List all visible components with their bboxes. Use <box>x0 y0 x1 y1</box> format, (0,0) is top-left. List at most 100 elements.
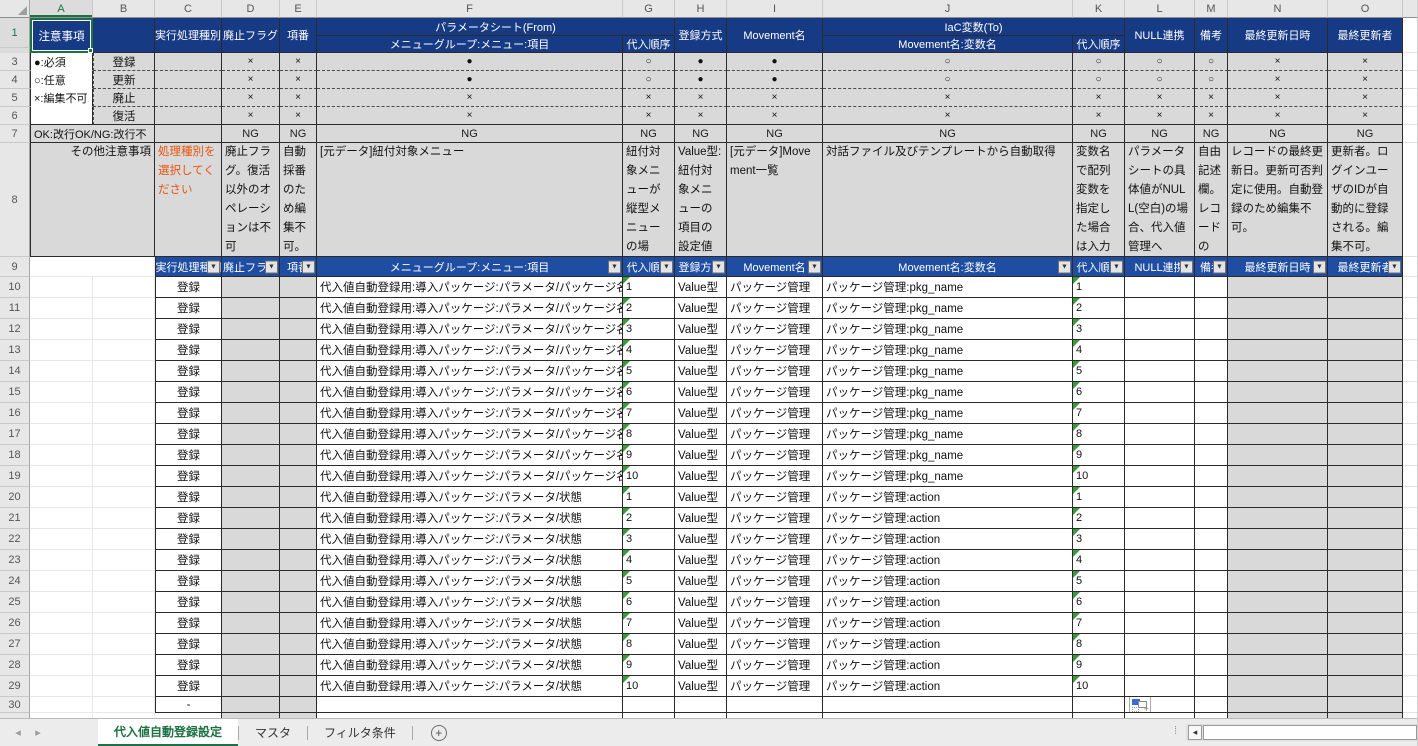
cell-menu-item[interactable]: 代入値自動登録用:導入パッケージ:パラメータ/パッケージ名 <box>317 340 623 361</box>
cell-movement-name[interactable]: パッケージ管理 <box>727 550 823 571</box>
cell[interactable] <box>93 613 155 634</box>
cell[interactable] <box>280 445 317 466</box>
cell-legend-key[interactable]: ●:必須 <box>30 53 93 71</box>
cell-movement-name[interactable]: パッケージ管理 <box>727 403 823 424</box>
cell[interactable] <box>222 592 280 613</box>
cell[interactable] <box>93 424 155 445</box>
cell[interactable] <box>1228 529 1328 550</box>
cell[interactable] <box>280 571 317 592</box>
cell-reg-method[interactable]: Value型 <box>675 403 727 424</box>
cell[interactable] <box>93 655 155 676</box>
cell[interactable] <box>1125 508 1195 529</box>
cell[interactable]: × <box>222 107 280 125</box>
cell-operation[interactable]: 復活 <box>93 107 155 125</box>
cell-menu-item[interactable]: 代入値自動登録用:導入パッケージ:パラメータ/パッケージ名 <box>317 382 623 403</box>
cell[interactable] <box>1125 655 1195 676</box>
header-remarks[interactable]: 備考 <box>1195 18 1228 53</box>
cell[interactable] <box>1228 424 1328 445</box>
cell-menu-item[interactable]: 代入値自動登録用:導入パッケージ:パラメータ/状態 <box>317 592 623 613</box>
cell[interactable] <box>1328 655 1403 676</box>
cell[interactable] <box>1328 298 1403 319</box>
cell[interactable]: ○ <box>623 71 675 89</box>
cell[interactable]: × <box>280 53 317 71</box>
cell[interactable]: × <box>623 107 675 125</box>
cell-reg-method[interactable]: Value型 <box>675 424 727 445</box>
cell[interactable] <box>1228 445 1328 466</box>
cell[interactable] <box>155 125 222 143</box>
cell-subst-order-from[interactable]: 2 <box>623 298 675 319</box>
cell-reg-method[interactable]: Value型 <box>675 382 727 403</box>
filter-dropdown-icon[interactable]: ▼ <box>1388 260 1401 273</box>
scroll-left-icon[interactable]: ◂ <box>1188 725 1202 740</box>
cell[interactable]: × <box>675 89 727 107</box>
cell-note-order-to[interactable]: 変数名で配列変数を指定した場合は入力不可。 <box>1073 143 1125 257</box>
cell[interactable] <box>1328 613 1403 634</box>
header-last-update[interactable]: 最終更新日時 <box>1228 18 1328 53</box>
cell[interactable] <box>1228 466 1328 487</box>
cell[interactable]: ○ <box>1195 71 1228 89</box>
cell-reg-method[interactable]: Value型 <box>675 319 727 340</box>
cell-subst-order-to[interactable]: 7 <box>1073 403 1125 424</box>
cell-subst-order-to[interactable]: 6 <box>1073 382 1125 403</box>
cell[interactable]: NG <box>1328 125 1403 143</box>
cell-subst-order-from[interactable]: 5 <box>623 571 675 592</box>
cell-subst-order-from[interactable]: 9 <box>623 445 675 466</box>
cell-subst-order-to[interactable]: 6 <box>1073 592 1125 613</box>
cell[interactable] <box>1195 340 1228 361</box>
cell-movement-var[interactable]: パッケージ管理:action <box>823 676 1073 697</box>
cell[interactable] <box>93 445 155 466</box>
cell[interactable] <box>1125 445 1195 466</box>
cell[interactable]: × <box>1125 107 1195 125</box>
cell[interactable]: ● <box>727 53 823 71</box>
cell[interactable] <box>222 697 280 713</box>
row-header-16[interactable]: 16 <box>0 403 30 424</box>
filter-movement-name[interactable]: Movement名▼ <box>727 257 823 277</box>
cell[interactable] <box>1195 529 1228 550</box>
cell[interactable] <box>30 676 93 697</box>
cell-menu-item[interactable]: 代入値自動登録用:導入パッケージ:パラメータ/状態 <box>317 676 623 697</box>
cell[interactable] <box>1228 508 1328 529</box>
cell[interactable] <box>280 382 317 403</box>
scrollbar-splitter[interactable]: ⁞ <box>1174 725 1176 737</box>
cell[interactable] <box>30 445 93 466</box>
cell-exec-type[interactable]: 登録 <box>155 466 222 487</box>
row-header-22[interactable]: 22 <box>0 529 30 550</box>
horizontal-scrollbar[interactable]: ◂ <box>1186 724 1418 741</box>
cell[interactable]: × <box>1073 89 1125 107</box>
filter-dropdown-icon[interactable]: ▼ <box>265 260 278 273</box>
column-header-J[interactable]: J <box>823 0 1073 18</box>
cell[interactable]: × <box>1328 71 1403 89</box>
cell[interactable] <box>280 277 317 298</box>
cell[interactable] <box>30 340 93 361</box>
cell[interactable] <box>1328 361 1403 382</box>
cell[interactable] <box>1328 529 1403 550</box>
column-header-E[interactable]: E <box>280 0 317 18</box>
cell[interactable]: NG <box>1228 125 1328 143</box>
row-header-17[interactable]: 17 <box>0 424 30 445</box>
header-cell-blank[interactable] <box>93 18 155 53</box>
row-header-27[interactable]: 27 <box>0 634 30 655</box>
cell-reg-method[interactable]: Value型 <box>675 508 727 529</box>
cell-reg-method[interactable] <box>675 697 727 713</box>
row-header-26[interactable]: 26 <box>0 613 30 634</box>
filter-dropdown-icon[interactable]: ▼ <box>302 260 315 273</box>
row-header-7[interactable]: 7 <box>0 125 30 143</box>
cell-subst-order-from[interactable]: 2 <box>623 508 675 529</box>
cell[interactable]: × <box>280 107 317 125</box>
cell-subst-order-from[interactable]: 7 <box>623 403 675 424</box>
cell-subst-order-from[interactable]: 3 <box>623 319 675 340</box>
cell[interactable] <box>30 382 93 403</box>
cell[interactable]: ● <box>317 53 623 71</box>
cell-exec-type[interactable]: 登録 <box>155 634 222 655</box>
cell-movement-var[interactable]: パッケージ管理:pkg_name <box>823 466 1073 487</box>
header-subst-order-from[interactable]: 代入順序 <box>623 36 675 53</box>
cell[interactable]: × <box>222 89 280 107</box>
row-header-3[interactable]: 3 <box>0 53 30 71</box>
cell[interactable] <box>280 508 317 529</box>
cell-exec-type[interactable]: 登録 <box>155 571 222 592</box>
cell[interactable] <box>1328 340 1403 361</box>
cell-subst-order-to[interactable]: 10 <box>1073 676 1125 697</box>
cell[interactable] <box>93 508 155 529</box>
cell[interactable] <box>222 550 280 571</box>
cell[interactable]: NG <box>1195 125 1228 143</box>
